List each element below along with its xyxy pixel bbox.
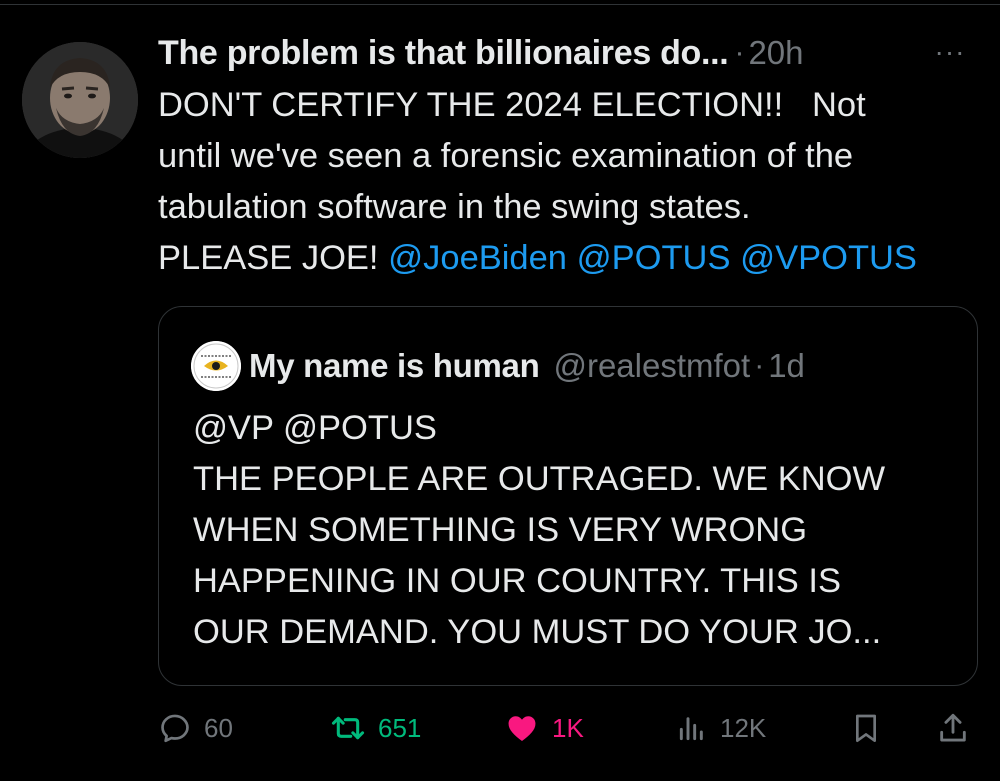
views-icon: [679, 717, 703, 741]
mention-link[interactable]: @POTUS: [577, 239, 731, 277]
quoted-timestamp: 1d: [768, 347, 805, 384]
quoted-text-line: THE PEOPLE ARE OUTRAGED. WE KNOW: [193, 460, 886, 498]
separator-dot: ·: [754, 349, 765, 382]
repost-button[interactable]: 651: [330, 700, 421, 756]
reply-count: 60: [204, 712, 233, 743]
post-timestamp[interactable]: 20h: [748, 34, 803, 72]
quoted-text-line: WHEN SOMETHING IS VERY WRONG: [193, 511, 808, 549]
reply-icon: [161, 714, 189, 743]
view-count: 12K: [720, 712, 767, 743]
quoted-author-avatar[interactable]: [191, 341, 241, 391]
divider: [0, 4, 1000, 5]
quoted-post[interactable]: My name is human @realestmfot · 1d @VP @…: [158, 306, 978, 686]
mention-link[interactable]: @JoeBiden: [388, 239, 567, 277]
post-header: The problem is that billionaires do... ·…: [158, 30, 970, 76]
author-name[interactable]: The problem is that billionaires do...: [158, 34, 729, 73]
more-options-icon[interactable]: ···: [930, 34, 970, 70]
post-text-prefix: PLEASE JOE!: [158, 239, 389, 277]
quoted-text-line: OUR DEMAND. YOU MUST DO YOUR JO...: [193, 613, 882, 651]
author-avatar[interactable]: [22, 42, 138, 158]
post-text-line: PLEASE JOE! @JoeBiden @POTUS @VPOTUS: [158, 233, 988, 284]
bookmark-button[interactable]: [850, 700, 882, 756]
quoted-author-name[interactable]: My name is human: [249, 347, 540, 385]
mention-link[interactable]: @VPOTUS: [740, 239, 917, 277]
bookmark-icon: [856, 714, 876, 742]
post-text-line: DON'T CERTIFY THE 2024 ELECTION!! Not: [158, 86, 866, 124]
action-bar: 60 651 1K 12K: [158, 700, 978, 756]
post-text-line: tabulation software in the swing states.: [158, 188, 751, 226]
reply-button[interactable]: 60: [158, 700, 233, 756]
repost-icon: [331, 716, 365, 740]
views-button[interactable]: 12K: [676, 700, 766, 756]
post-text: DON'T CERTIFY THE 2024 ELECTION!! Not unt…: [158, 80, 988, 284]
like-button[interactable]: 1K: [504, 700, 584, 756]
repost-count: 651: [378, 712, 422, 743]
share-button[interactable]: [936, 700, 970, 756]
quoted-post-header: My name is human @realestmfot · 1d: [191, 341, 805, 391]
quoted-text-line: HAPPENING IN OUR COUNTRY. THIS IS: [193, 562, 841, 600]
quoted-author-handle[interactable]: @realestmfot: [553, 347, 750, 385]
like-count: 1K: [552, 712, 584, 743]
share-icon: [940, 713, 966, 742]
quoted-post-text: @VP @POTUS THE PEOPLE ARE OUTRAGED. WE K…: [193, 403, 963, 658]
post-text-line: until we've seen a forensic examination …: [158, 137, 854, 175]
heart-icon: [508, 716, 536, 742]
separator-dot: ·: [734, 36, 745, 69]
quoted-text-line: @VP @POTUS: [193, 409, 437, 447]
